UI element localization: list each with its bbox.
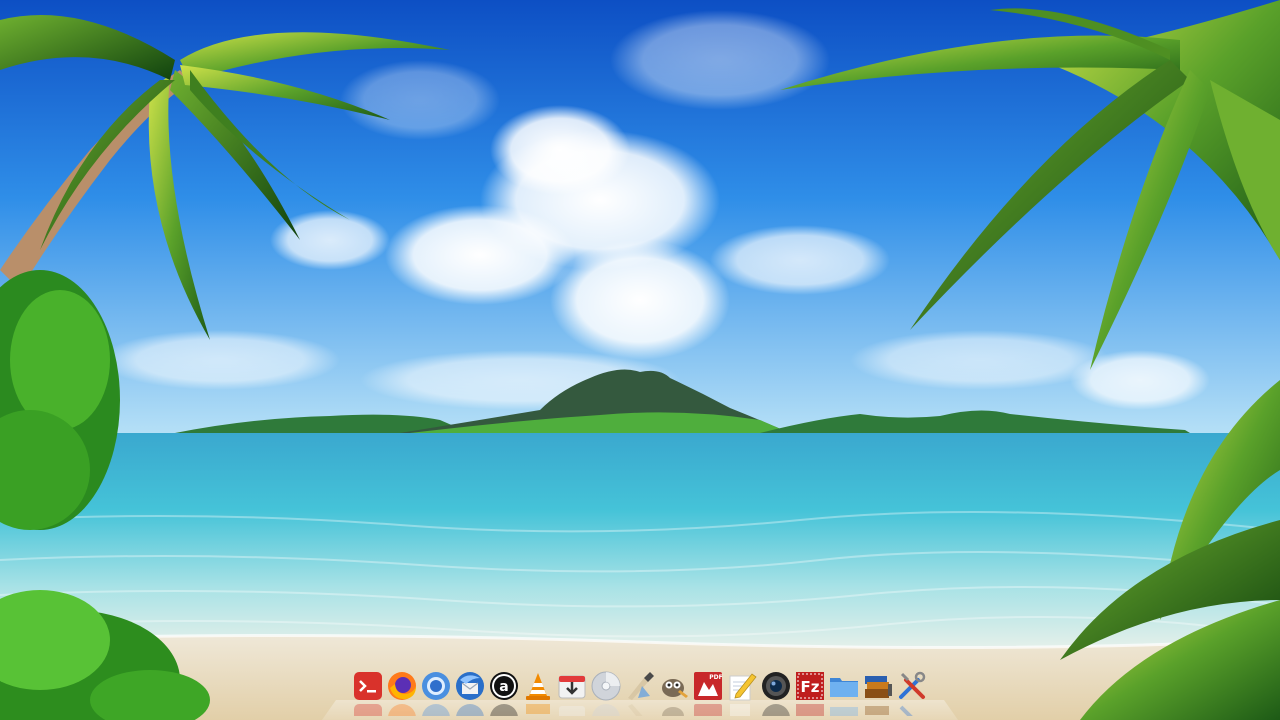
download-icon: [556, 670, 588, 702]
icon-reflection: [896, 702, 928, 716]
dock-item-pdf-reader[interactable]: PDF: [692, 664, 724, 716]
application-dock: a PDF Fz: [336, 664, 944, 720]
inkscape-icon: [624, 670, 656, 702]
svg-text:a: a: [499, 679, 508, 695]
icon-reflection: [590, 702, 622, 716]
icon-reflection: [624, 702, 656, 716]
dock-item-terminal[interactable]: [352, 664, 384, 716]
dock-item-firefox[interactable]: [386, 664, 418, 716]
dock-item-text-editor[interactable]: [726, 664, 758, 716]
tropical-beach-wallpaper: [0, 0, 1280, 720]
thunderbird-icon: [454, 670, 486, 702]
archive-icon: [862, 670, 894, 702]
icon-reflection: [386, 702, 418, 716]
dock-item-thunderbird[interactable]: [454, 664, 486, 716]
pdf-icon-label: PDF: [709, 674, 722, 681]
dock-item-inkscape[interactable]: [624, 664, 656, 716]
icon-reflection: [352, 702, 384, 716]
dock-item-webcam[interactable]: [760, 664, 792, 716]
desktop: a PDF Fz: [0, 0, 1280, 720]
icon-reflection: [794, 702, 826, 716]
firefox-icon: [386, 670, 418, 702]
filezilla-icon-label: Fz: [801, 678, 820, 696]
camera-icon: [760, 670, 792, 702]
disc-icon: [590, 670, 622, 702]
icon-reflection: [522, 702, 554, 716]
dock-item-settings[interactable]: [896, 664, 928, 716]
dock-item-archive-manager[interactable]: [862, 664, 894, 716]
pencil-notepad-icon: [726, 670, 758, 702]
dock-item-disc-burner[interactable]: [590, 664, 622, 716]
icon-reflection: [556, 702, 588, 716]
filezilla-icon: Fz: [794, 670, 826, 702]
icon-reflection: [760, 702, 792, 716]
terminal-icon: [352, 670, 384, 702]
dock-item-vlc[interactable]: [522, 664, 554, 716]
gimp-icon: [658, 670, 690, 702]
tools-icon: [896, 670, 928, 702]
icon-reflection: [658, 702, 690, 716]
dock-item-chromium[interactable]: [420, 664, 452, 716]
icon-reflection: [692, 702, 724, 716]
icon-reflection: [862, 702, 894, 716]
vlc-cone-icon: [522, 670, 554, 702]
amazon-icon: a: [488, 670, 520, 702]
icon-reflection: [828, 702, 860, 716]
dock-item-filezilla[interactable]: Fz: [794, 664, 826, 716]
icon-reflection: [420, 702, 452, 716]
dock-item-file-manager[interactable]: [828, 664, 860, 716]
dock-item-amazon[interactable]: a: [488, 664, 520, 716]
icon-reflection: [454, 702, 486, 716]
icon-reflection: [488, 702, 520, 716]
dock-item-downloader[interactable]: [556, 664, 588, 716]
dock-item-gimp[interactable]: [658, 664, 690, 716]
folder-icon: [828, 670, 860, 702]
chromium-icon: [420, 670, 452, 702]
icon-reflection: [726, 702, 758, 716]
pdf-icon: PDF: [692, 670, 724, 702]
